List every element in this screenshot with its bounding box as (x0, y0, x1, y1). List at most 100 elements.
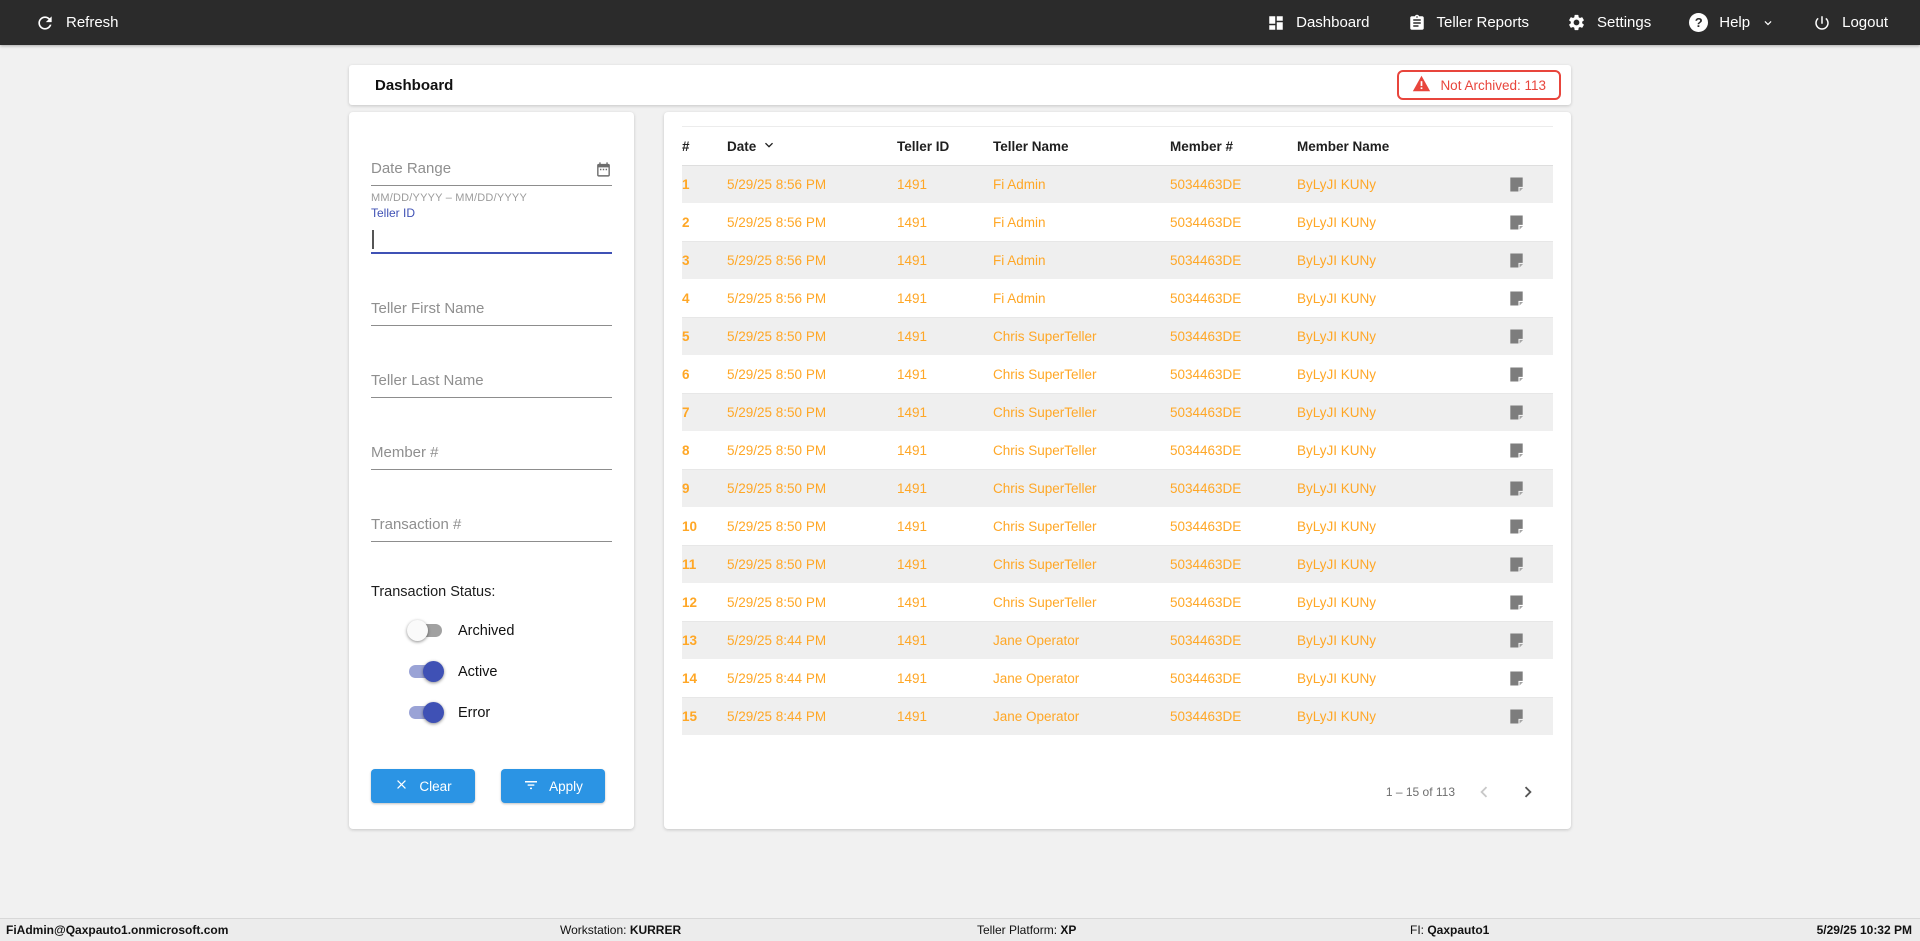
clear-button[interactable]: Clear (371, 769, 475, 803)
note-icon[interactable] (1508, 252, 1525, 269)
teller-first-name-input[interactable] (371, 300, 612, 325)
nav-teller-reports[interactable]: Teller Reports (1408, 14, 1529, 32)
nav-help-label: Help (1719, 14, 1751, 31)
table-row[interactable]: 8 5/29/25 8:50 PM 1491 Chris SuperTeller… (682, 432, 1553, 470)
note-icon[interactable] (1508, 670, 1525, 687)
table-row[interactable]: 12 5/29/25 8:50 PM 1491 Chris SuperTelle… (682, 584, 1553, 622)
row-teller-id: 1491 (897, 291, 928, 306)
nav-logout[interactable]: Logout (1813, 14, 1888, 32)
row-number: 1 (682, 177, 690, 192)
note-icon[interactable] (1508, 518, 1525, 535)
member-number-field (371, 444, 612, 470)
status-datetime: 5/29/25 10:32 PM (1816, 923, 1912, 937)
note-icon[interactable] (1508, 594, 1525, 611)
refresh-button[interactable]: Refresh (35, 13, 119, 33)
row-member-number: 5034463DE (1170, 557, 1242, 572)
table-row[interactable]: 1 5/29/25 8:56 PM 1491 Fi Admin 5034463D… (682, 166, 1553, 204)
apply-button-label: Apply (549, 778, 583, 794)
note-icon[interactable] (1508, 366, 1525, 383)
table-row[interactable]: 11 5/29/25 8:50 PM 1491 Chris SuperTelle… (682, 546, 1553, 584)
note-icon[interactable] (1508, 176, 1525, 193)
table-row[interactable]: 2 5/29/25 8:56 PM 1491 Fi Admin 5034463D… (682, 204, 1553, 242)
table-row[interactable]: 14 5/29/25 8:44 PM 1491 Jane Operator 50… (682, 660, 1553, 698)
row-date: 5/29/25 8:50 PM (727, 367, 827, 382)
table-row[interactable]: 6 5/29/25 8:50 PM 1491 Chris SuperTeller… (682, 356, 1553, 394)
transaction-number-input[interactable] (371, 516, 612, 541)
row-number: 2 (682, 215, 690, 230)
table-row[interactable]: 7 5/29/25 8:50 PM 1491 Chris SuperTeller… (682, 394, 1553, 432)
row-teller-id: 1491 (897, 215, 928, 230)
row-date: 5/29/25 8:56 PM (727, 291, 827, 306)
top-navbar: Refresh Dashboard Teller Reports Setting… (0, 0, 1920, 45)
table-row[interactable]: 5 5/29/25 8:50 PM 1491 Chris SuperTeller… (682, 318, 1553, 356)
prev-page-button[interactable] (1469, 777, 1499, 807)
not-archived-label: Not Archived: 113 (1440, 77, 1546, 93)
clipboard-icon (1408, 14, 1426, 32)
row-date: 5/29/25 8:44 PM (727, 633, 827, 648)
row-teller-name: Fi Admin (993, 177, 1046, 192)
teller-id-field[interactable] (371, 222, 612, 254)
nav-dashboard[interactable]: Dashboard (1267, 14, 1370, 32)
row-member-number: 5034463DE (1170, 329, 1242, 344)
status-workstation: Workstation: KURRER (560, 923, 682, 937)
row-teller-name: Chris SuperTeller (993, 519, 1097, 534)
row-member-name: ByLyJI KUNy (1297, 291, 1377, 306)
teller-last-name-field (371, 372, 612, 398)
transaction-status-label: Transaction Status: (371, 584, 496, 600)
toggle-archived[interactable]: Archived (407, 620, 612, 641)
row-teller-name: Fi Admin (993, 291, 1046, 306)
row-member-name: ByLyJI KUNy (1297, 671, 1377, 686)
gear-icon (1567, 13, 1586, 32)
table-header: # Date Teller ID Teller Name Member # Me… (682, 126, 1553, 166)
row-teller-id: 1491 (897, 481, 928, 496)
date-range-input[interactable] (371, 160, 612, 185)
row-member-name: ByLyJI KUNy (1297, 367, 1377, 382)
col-member-name: Member Name (1297, 138, 1390, 154)
note-icon[interactable] (1508, 290, 1525, 307)
teller-last-name-input[interactable] (371, 372, 612, 397)
nav-help[interactable]: ? Help (1689, 13, 1775, 32)
table-row[interactable]: 13 5/29/25 8:44 PM 1491 Jane Operator 50… (682, 622, 1553, 660)
row-teller-name: Chris SuperTeller (993, 557, 1097, 572)
note-icon[interactable] (1508, 404, 1525, 421)
row-teller-id: 1491 (897, 709, 928, 724)
toggle-active[interactable]: Active (407, 661, 612, 682)
nav-settings-label: Settings (1597, 14, 1652, 31)
toggle-error[interactable]: Error (407, 702, 612, 723)
row-member-number: 5034463DE (1170, 177, 1242, 192)
note-icon[interactable] (1508, 442, 1525, 459)
toggle-archived-label: Archived (458, 622, 515, 639)
status-toggle[interactable] (407, 620, 444, 641)
table-row[interactable]: 15 5/29/25 8:44 PM 1491 Jane Operator 50… (682, 698, 1553, 736)
note-icon[interactable] (1508, 328, 1525, 345)
note-icon[interactable] (1508, 214, 1525, 231)
note-icon[interactable] (1508, 708, 1525, 725)
col-date[interactable]: Date (727, 137, 897, 156)
row-number: 5 (682, 329, 690, 344)
row-number: 6 (682, 367, 690, 382)
row-teller-id: 1491 (897, 633, 928, 648)
table-row[interactable]: 3 5/29/25 8:56 PM 1491 Fi Admin 5034463D… (682, 242, 1553, 280)
note-icon[interactable] (1508, 556, 1525, 573)
table-row[interactable]: 10 5/29/25 8:50 PM 1491 Chris SuperTelle… (682, 508, 1553, 546)
row-member-number: 5034463DE (1170, 671, 1242, 686)
row-teller-id: 1491 (897, 557, 928, 572)
table-row[interactable]: 9 5/29/25 8:50 PM 1491 Chris SuperTeller… (682, 470, 1553, 508)
row-member-number: 5034463DE (1170, 633, 1242, 648)
table-row[interactable]: 4 5/29/25 8:56 PM 1491 Fi Admin 5034463D… (682, 280, 1553, 318)
warning-icon (1412, 75, 1431, 95)
date-range-field (371, 160, 612, 186)
note-icon[interactable] (1508, 480, 1525, 497)
note-icon[interactable] (1508, 632, 1525, 649)
calendar-icon[interactable] (595, 161, 612, 183)
apply-button[interactable]: Apply (501, 769, 605, 803)
nav-settings[interactable]: Settings (1567, 13, 1651, 32)
chevron-down-icon (1761, 16, 1775, 30)
member-number-input[interactable] (371, 444, 612, 469)
teller-first-name-field (371, 300, 612, 326)
status-toggle[interactable] (407, 702, 444, 723)
status-toggle[interactable] (407, 661, 444, 682)
next-page-button[interactable] (1513, 777, 1543, 807)
not-archived-badge[interactable]: Not Archived: 113 (1397, 70, 1561, 100)
row-number: 3 (682, 253, 690, 268)
